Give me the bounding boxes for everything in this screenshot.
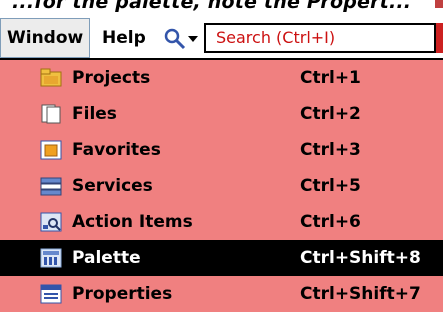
- menu-item-services[interactable]: Services Ctrl+5: [0, 168, 443, 204]
- properties-icon: [40, 284, 62, 304]
- menu-help[interactable]: Help: [96, 18, 152, 58]
- menu-window[interactable]: Window: [0, 18, 91, 58]
- menu-item-action-items[interactable]: Action Items Ctrl+6: [0, 204, 443, 240]
- search-dropdown-button[interactable]: [163, 26, 203, 52]
- favorites-icon: [40, 140, 62, 160]
- services-icon: [40, 177, 62, 196]
- projects-folder-icon: [40, 68, 62, 87]
- action-items-icon: [40, 212, 62, 232]
- menu-item-shortcut: Ctrl+3: [300, 140, 361, 160]
- menu-item-label: Palette: [72, 248, 141, 268]
- menu-item-label: Favorites: [72, 140, 161, 160]
- menu-item-label: Projects: [72, 68, 151, 88]
- menu-item-files[interactable]: Files Ctrl+2: [0, 96, 443, 132]
- menubar: Window Help Search (Ctrl+I): [0, 18, 443, 60]
- palette-icon: [40, 248, 62, 268]
- menu-item-shortcut: Ctrl+Shift+8: [300, 248, 421, 268]
- menu-item-shortcut: Ctrl+1: [300, 68, 361, 88]
- menu-item-favorites[interactable]: Favorites Ctrl+3: [0, 132, 443, 168]
- menu-item-shortcut: Ctrl+2: [300, 104, 361, 124]
- cut-off-heading-text: ...for the palette, note the Propert...: [12, 0, 412, 13]
- files-icon: [41, 104, 61, 124]
- chevron-down-icon: [188, 36, 198, 42]
- search-field-edge: [436, 23, 443, 53]
- menu-item-label: Action Items: [72, 212, 193, 232]
- menu-item-shortcut: Ctrl+5: [300, 176, 361, 196]
- menu-item-shortcut: Ctrl+6: [300, 212, 361, 232]
- menu-item-palette[interactable]: Palette Ctrl+Shift+8: [0, 240, 443, 276]
- top-cut-text-strip: ...for the palette, note the Propert...: [0, 0, 443, 18]
- search-icon: [164, 28, 186, 50]
- menu-item-label: Services: [72, 176, 153, 196]
- menu-item-label: Files: [72, 104, 117, 124]
- menu-item-projects[interactable]: Projects Ctrl+1: [0, 60, 443, 96]
- window-menu-dropdown: Projects Ctrl+1 Files Ctrl+2 Favorites C…: [0, 60, 443, 312]
- window-corner: [435, 0, 443, 8]
- search-input[interactable]: Search (Ctrl+I): [204, 23, 436, 53]
